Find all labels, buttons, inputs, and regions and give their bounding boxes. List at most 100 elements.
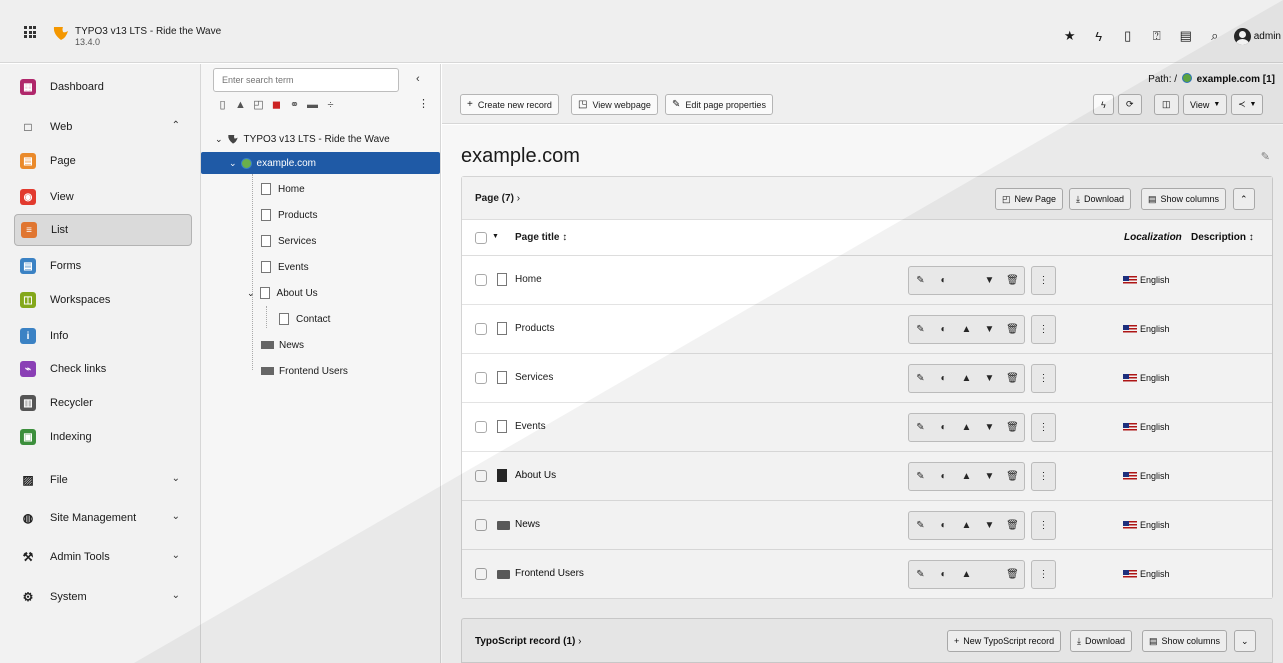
create-record-button[interactable]: + Create new record <box>460 94 559 115</box>
page-icon[interactable] <box>497 371 507 384</box>
move-down-icon[interactable]: ▼ <box>978 512 1001 539</box>
module-menu-toggle-icon[interactable] <box>24 26 36 38</box>
bookmark-button[interactable]: ◫ <box>1154 94 1179 115</box>
module-item-page[interactable]: ▤ Page <box>14 145 192 177</box>
row-checkbox[interactable] <box>475 274 487 286</box>
new-divider-icon[interactable]: ÷ <box>323 97 338 112</box>
edit-icon[interactable]: ✎ <box>909 463 932 490</box>
tree-item[interactable]: Products <box>261 204 317 226</box>
tree-more-icon[interactable]: ⋮ <box>418 97 429 110</box>
move-up-icon[interactable] <box>955 267 978 294</box>
download-button[interactable]: ⤓ Download <box>1070 630 1133 652</box>
panel-title[interactable]: TypoScript record (1) › <box>475 636 582 647</box>
show-columns-button[interactable]: ▤ Show columns <box>1142 630 1228 652</box>
view-dropdown[interactable]: View ▼ <box>1183 94 1228 115</box>
move-up-icon[interactable]: ▲ <box>955 463 978 490</box>
table-row[interactable]: Services ✎ ◐ ▲ ▼ 🗑 ⋮ English <box>462 354 1272 403</box>
delete-icon[interactable]: 🗑 <box>1001 561 1024 588</box>
module-item-workspaces[interactable]: ◫ Workspaces <box>14 284 192 316</box>
table-row[interactable]: About Us ✎ ◐ ▲ ▼ 🗑 ⋮ English <box>462 452 1272 501</box>
table-row[interactable]: Home ✎ ◐ ▼ 🗑 ⋮ English <box>462 256 1272 305</box>
tree-item[interactable]: Frontend Users <box>261 360 348 382</box>
move-up-icon[interactable]: ▲ <box>955 512 978 539</box>
row-checkbox[interactable] <box>475 470 487 482</box>
star-icon[interactable]: ★ <box>1060 26 1080 46</box>
edit-icon[interactable]: ✎ <box>909 316 932 343</box>
chevron-down-icon[interactable]: ⌄ <box>172 511 180 522</box>
typo3-logo-icon[interactable] <box>52 24 70 42</box>
more-actions-icon[interactable]: ⋮ <box>1032 267 1055 294</box>
chevron-down-icon[interactable]: ⌄ <box>215 134 223 145</box>
view-webpage-button[interactable]: ◳ View webpage <box>571 94 658 115</box>
select-all-checkbox[interactable] <box>475 232 487 244</box>
chevron-down-icon[interactable]: ⌄ <box>247 288 255 299</box>
delete-icon[interactable]: 🗑 <box>1001 365 1024 392</box>
delete-icon[interactable]: 🗑 <box>1001 267 1024 294</box>
module-item-dashboard[interactable]: ▦ Dashboard <box>14 71 192 103</box>
move-up-icon[interactable]: ▲ <box>955 316 978 343</box>
row-checkbox[interactable] <box>475 372 487 384</box>
move-down-icon[interactable]: ▼ <box>978 463 1001 490</box>
move-up-icon[interactable]: ▲ <box>955 561 978 588</box>
more-actions-icon[interactable]: ⋮ <box>1032 463 1055 490</box>
edit-icon[interactable]: ✎ <box>909 365 932 392</box>
reload-button[interactable]: ⟳ <box>1118 94 1142 115</box>
row-checkbox[interactable] <box>475 323 487 335</box>
document-icon[interactable]: ▯ <box>1118 26 1138 46</box>
search-icon[interactable]: ⌕ <box>1205 26 1225 46</box>
column-page-title[interactable]: Page title ↕ <box>515 232 567 243</box>
row-checkbox[interactable] <box>475 568 487 580</box>
row-title[interactable]: Services <box>515 372 553 383</box>
row-title[interactable]: Events <box>515 421 546 432</box>
more-actions-icon[interactable]: ⋮ <box>1032 316 1055 343</box>
tree-search-input[interactable] <box>213 68 399 92</box>
module-item-forms[interactable]: ▤ Forms <box>14 250 192 282</box>
row-title[interactable]: News <box>515 519 540 530</box>
share-button[interactable]: ≺ ▼ <box>1231 94 1264 115</box>
toggle-visibility-icon[interactable]: ◐ <box>932 267 955 294</box>
module-item-view[interactable]: ◉ View <box>14 181 192 213</box>
toggle-visibility-icon[interactable]: ◐ <box>932 365 955 392</box>
expand-panel-button[interactable]: ⌄ <box>1234 630 1256 652</box>
row-checkbox[interactable] <box>475 519 487 531</box>
move-down-icon[interactable] <box>978 561 1001 588</box>
delete-icon[interactable]: 🗑 <box>1001 463 1024 490</box>
row-title[interactable]: Frontend Users <box>515 568 584 579</box>
more-actions-icon[interactable]: ⋮ <box>1032 561 1055 588</box>
module-item-admin-tools[interactable]: ⚒ Admin Tools ⌄ <box>14 541 192 573</box>
table-row[interactable]: Events ✎ ◐ ▲ ▼ 🗑 ⋮ English <box>462 403 1272 452</box>
row-title[interactable]: About Us <box>515 470 556 481</box>
row-checkbox[interactable] <box>475 421 487 433</box>
list-icon[interactable]: ▤ <box>1176 26 1196 46</box>
more-actions-icon[interactable]: ⋮ <box>1032 414 1055 441</box>
tree-root[interactable]: ⌄ TYPO3 v13 LTS - Ride the Wave <box>215 128 390 150</box>
pencil-icon[interactable]: ✎ <box>1261 150 1270 163</box>
module-item-system[interactable]: ⚙ System ⌄ <box>14 581 192 613</box>
move-up-icon[interactable]: ▲ <box>955 365 978 392</box>
new-page-button[interactable]: ◰ New Page <box>995 188 1064 210</box>
page-icon[interactable] <box>497 420 507 433</box>
module-item-indexing[interactable]: ▣ Indexing <box>14 421 192 453</box>
username[interactable]: admin <box>1254 31 1281 42</box>
module-item-file[interactable]: ▨ File ⌄ <box>14 464 192 496</box>
tree-item[interactable]: News <box>261 334 304 356</box>
new-link-icon[interactable]: ⚭ <box>287 97 302 112</box>
chevron-down-icon[interactable]: ⌄ <box>229 158 237 169</box>
folder-icon[interactable] <box>497 570 510 579</box>
tree-item[interactable]: Events <box>261 256 309 278</box>
delete-icon[interactable]: 🗑 <box>1001 512 1024 539</box>
edit-icon[interactable]: ✎ <box>909 267 932 294</box>
new-page-shortcut-icon[interactable]: ◰ <box>251 97 266 112</box>
delete-icon[interactable]: 🗑 <box>1001 316 1024 343</box>
clear-cache-button[interactable]: ϟ <box>1093 94 1114 115</box>
chevron-up-icon[interactable]: ⌃ <box>172 120 180 131</box>
delete-icon[interactable]: 🗑 <box>1001 414 1024 441</box>
chevron-down-icon[interactable]: ⌄ <box>172 550 180 561</box>
caret-down-icon[interactable]: ▼ <box>492 233 499 240</box>
table-row[interactable]: Frontend Users ✎ ◐ ▲ 🗑 ⋮ English <box>462 550 1272 599</box>
edit-icon[interactable]: ✎ <box>909 414 932 441</box>
download-button[interactable]: ⤓ Download <box>1069 188 1132 210</box>
module-item-recycler[interactable]: ▥ Recycler <box>14 387 192 419</box>
module-item-info[interactable]: i Info <box>14 320 192 352</box>
tree-item[interactable]: ⌄ About Us <box>247 282 318 304</box>
